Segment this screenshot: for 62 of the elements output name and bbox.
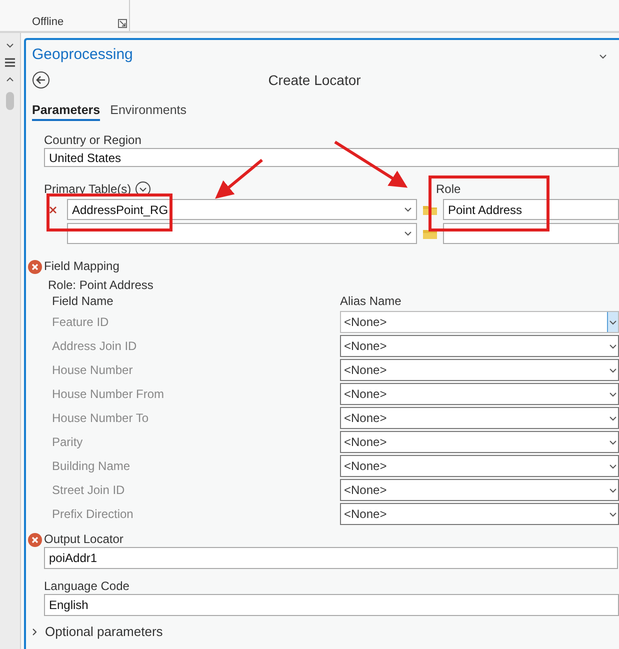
column-header: Alias Name: [340, 294, 402, 308]
field-name: Street Join ID: [51, 483, 126, 497]
input-field[interactable]: poiAddr1: [44, 547, 618, 569]
pane-title: Geoprocessing: [32, 46, 133, 63]
input-field[interactable]: English: [44, 594, 619, 616]
field-name: Address Join ID: [51, 339, 138, 353]
dialog-launcher-icon[interactable]: [118, 19, 127, 28]
dropdown-field[interactable]: AddressPoint_RG: [67, 199, 417, 220]
dropdown-field[interactable]: <None>: [340, 431, 619, 453]
role-caption: Role: Point Address: [48, 278, 154, 292]
dropdown-field[interactable]: <None>: [340, 383, 619, 405]
field-label: Output Locator: [44, 532, 124, 546]
chevron-down-icon: [609, 512, 617, 516]
field-label: Role: [435, 182, 461, 196]
dropdown-field[interactable]: <None>: [340, 503, 619, 525]
input-field[interactable]: Point Address: [443, 199, 619, 220]
chevron-down-icon: [609, 440, 617, 444]
field-name: House Number: [51, 363, 134, 377]
chevron-down-icon: [609, 416, 617, 420]
chevron-down-icon: [609, 392, 617, 396]
expander-toggle[interactable]: Optional parameters: [32, 624, 619, 639]
field-name: House Number From: [51, 387, 166, 401]
input-field[interactable]: United States: [44, 148, 619, 167]
input-field[interactable]: [443, 223, 619, 244]
dropdown-field[interactable]: <None>: [340, 359, 619, 381]
chevron-icon: [32, 628, 37, 636]
chevron-down-icon: [609, 344, 617, 348]
chevron-down-icon: [609, 320, 617, 324]
scroll-up-icon[interactable]: [6, 77, 14, 82]
field-name: Building Name: [51, 459, 132, 473]
folder-icon[interactable]: [422, 204, 438, 216]
dropdown-field[interactable]: [67, 223, 417, 244]
field-name: Feature ID: [51, 315, 110, 329]
remove-icon[interactable]: [49, 206, 57, 214]
chevron-down-icon: [6, 43, 14, 48]
scrollbar-thumb[interactable]: [6, 92, 14, 110]
chevron-down-icon: [609, 368, 617, 372]
chevron-down-icon: [609, 488, 617, 492]
field-label: Primary Table(s): [44, 182, 132, 196]
tab[interactable]: Environments: [110, 103, 187, 121]
menu-icon[interactable]: [5, 58, 15, 67]
dropdown-field[interactable]: <None>: [340, 479, 619, 501]
field-name: Prefix Direction: [51, 507, 134, 521]
field-name: Parity: [51, 435, 84, 449]
chevron-down-icon: [599, 54, 607, 58]
tab[interactable]: Parameters: [32, 103, 100, 121]
dropdown-field[interactable]: <None>: [340, 335, 619, 357]
folder-icon[interactable]: [422, 228, 438, 240]
dropdown-field[interactable]: <None>: [340, 455, 619, 477]
tool-title: Create Locator: [267, 72, 362, 88]
chevron-down-icon: [404, 231, 412, 236]
dropdown-field[interactable]: <None>: [340, 311, 619, 333]
section-label: Field Mapping: [44, 259, 120, 273]
field-label: Language Code: [44, 579, 130, 593]
dropdown-field[interactable]: <None>: [340, 407, 619, 429]
chevron-down-icon: [404, 207, 412, 212]
field-label: Country or Region: [44, 133, 142, 147]
chevron-down-icon: [609, 464, 617, 468]
column-header: Field Name: [52, 294, 114, 308]
ribbon-group-label: Offline: [32, 16, 64, 28]
annotation-arrow: [215, 158, 263, 199]
field-name: House Number To: [51, 411, 150, 425]
